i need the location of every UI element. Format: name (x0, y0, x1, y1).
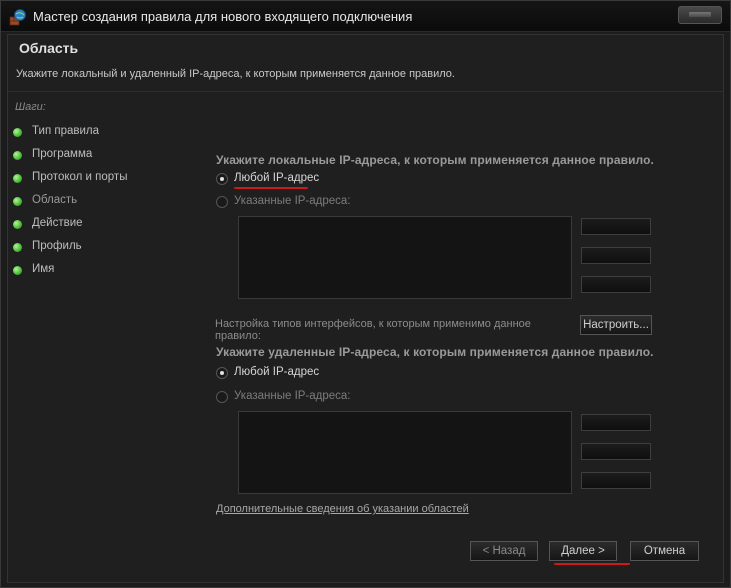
remote-ip-list (238, 411, 572, 494)
step-label: Тип правила (32, 125, 100, 137)
page-description: Укажите локальный и удаленный IP-адреса,… (16, 68, 455, 80)
local-any-ip-label: Любой IP-адрес (234, 172, 320, 184)
local-specified-ip-label: Указанные IP-адреса: (234, 195, 351, 207)
step-status-icon (13, 174, 22, 183)
window-title: Мастер создания правила для нового входя… (33, 9, 413, 24)
scope-info-link[interactable]: Дополнительные сведения об указании обла… (216, 503, 469, 515)
remote-any-ip-label: Любой IP-адрес (234, 366, 320, 378)
configure-interfaces-button[interactable]: Настроить... (580, 315, 652, 335)
page-title: Область (19, 40, 79, 56)
remote-edit-button (581, 443, 651, 460)
step-label: Программа (32, 148, 93, 160)
wizard-window: Мастер создания правила для нового входя… (0, 0, 731, 588)
annotation-underline (554, 563, 630, 565)
interface-types-text: Настройка типов интерфейсов, к которым п… (215, 318, 531, 342)
step-label: Действие (32, 217, 83, 229)
step-status-icon (13, 151, 22, 160)
back-button[interactable]: < Назад (470, 541, 538, 561)
remote-remove-button (581, 472, 651, 489)
local-specified-ip-radio[interactable] (216, 196, 228, 208)
annotation-underline (234, 187, 308, 189)
step-status-icon (13, 197, 22, 206)
step-status-icon (13, 266, 22, 275)
step-label: Протокол и порты (32, 171, 128, 183)
local-any-ip-radio[interactable] (216, 173, 228, 185)
remote-any-ip-radio[interactable] (216, 367, 228, 379)
local-ip-heading: Укажите локальные IP-адреса, к которым п… (216, 153, 654, 167)
local-add-button (581, 218, 651, 235)
remote-ip-heading: Укажите удаленные IP-адреса, к которым п… (216, 345, 654, 359)
title-bar: Мастер создания правила для нового входя… (1, 1, 730, 32)
remote-specified-ip-label: Указанные IP-адреса: (234, 390, 351, 402)
step-label: Профиль (32, 240, 82, 252)
remote-specified-ip-radio[interactable] (216, 391, 228, 403)
step-status-icon (13, 220, 22, 229)
cancel-button[interactable]: Отмена (630, 541, 699, 561)
next-button[interactable]: Далее > (549, 541, 617, 561)
step-status-icon (13, 243, 22, 252)
local-ip-list (238, 216, 572, 299)
minimize-button[interactable] (678, 6, 722, 24)
wizard-content: Область Укажите локальный и удаленный IP… (7, 34, 724, 583)
local-edit-button (581, 247, 651, 264)
step-label: Область (32, 194, 78, 206)
remote-add-button (581, 414, 651, 431)
firewall-shield-icon (9, 9, 26, 26)
local-remove-button (581, 276, 651, 293)
step-status-icon (13, 128, 22, 137)
header-divider (8, 91, 723, 92)
step-label: Имя (32, 263, 55, 275)
minimize-icon (689, 12, 711, 17)
steps-title: Шаги: (15, 101, 46, 113)
